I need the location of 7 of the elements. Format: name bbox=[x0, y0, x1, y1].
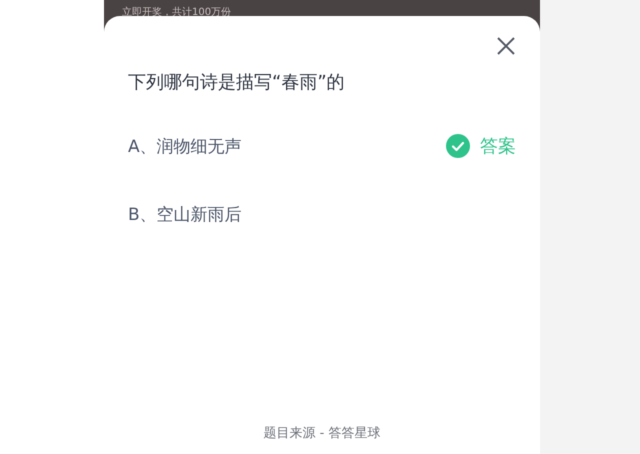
question-title: 下列哪句诗是描写“春雨”的 bbox=[128, 71, 346, 94]
answer-option[interactable]: A、润物细无声 bbox=[128, 134, 242, 158]
source-text: 题目来源 - 答答星球 bbox=[262, 425, 382, 443]
answer-text: 答案 bbox=[480, 135, 516, 158]
close-icon[interactable] bbox=[496, 36, 516, 56]
answer-option[interactable]: B、空山新雨后 bbox=[128, 202, 242, 226]
banner-text: 立即开奖，共计100万份 bbox=[122, 6, 232, 20]
